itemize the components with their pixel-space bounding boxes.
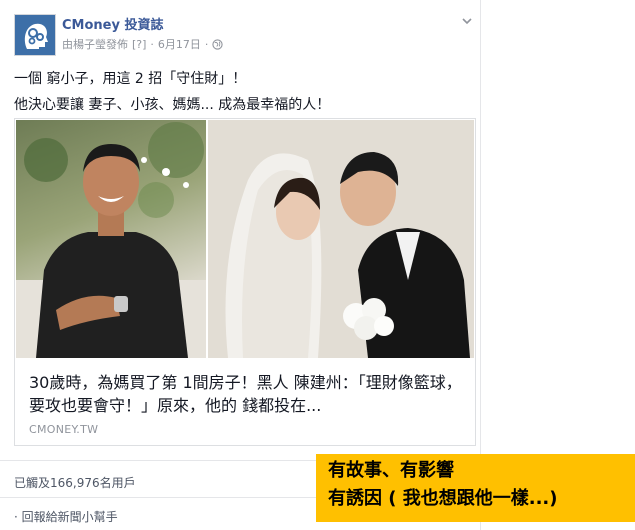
published-by[interactable]: 由楊子瑩發佈 xyxy=(62,36,128,52)
post-byline: 由楊子瑩發佈 [?] · 6月17日 · xyxy=(62,36,224,52)
report-link[interactable]: · 回報給新聞小幫手 xyxy=(14,508,118,525)
reach-count: 已觸及166,976名用戶 xyxy=(14,476,136,490)
callout-line2: 有誘因 ( 我也想跟他一樣...) xyxy=(328,488,558,509)
annotation-callout: 有故事、有影響 有誘因 ( 我也想跟他一樣...) xyxy=(316,454,635,522)
cmoney-logo-icon[interactable] xyxy=(14,14,56,56)
photo-wedding-couple xyxy=(208,120,474,358)
globe-icon xyxy=(212,38,224,50)
link-title[interactable]: 30歲時，為媽買了第 1間房子！黑人 陳建州：「理財像籃球，要攻也要會守！」原來… xyxy=(29,371,465,417)
callout-line1: 有故事、有影響 xyxy=(328,460,454,481)
page-name-link[interactable]: CMoney 投資誌 xyxy=(62,14,163,33)
help-mark[interactable]: [?] xyxy=(132,38,146,51)
post-date[interactable]: 6月17日 xyxy=(158,36,201,52)
separator: · xyxy=(150,37,154,51)
post-text-line1: 一個 窮小子，用這 2 招「守住財」！ xyxy=(14,71,247,87)
link-domain: CMONEY.TW xyxy=(29,423,99,436)
separator-2: · xyxy=(204,37,209,51)
facebook-post-card: CMoney 投資誌 由楊子瑩發佈 [?] · 6月17日 · 一個 窮小子，用… xyxy=(0,0,481,530)
chevron-down-icon[interactable] xyxy=(460,14,474,28)
link-preview[interactable]: 30歲時，為媽買了第 1間房子！黑人 陳建州：「理財像籃球，要攻也要會守！」原來… xyxy=(14,118,476,446)
photo-man-smiling xyxy=(16,120,206,358)
post-text-line2: 他決心要讓 妻子、小孩、媽媽... 成為最幸福的人！ xyxy=(14,97,331,113)
